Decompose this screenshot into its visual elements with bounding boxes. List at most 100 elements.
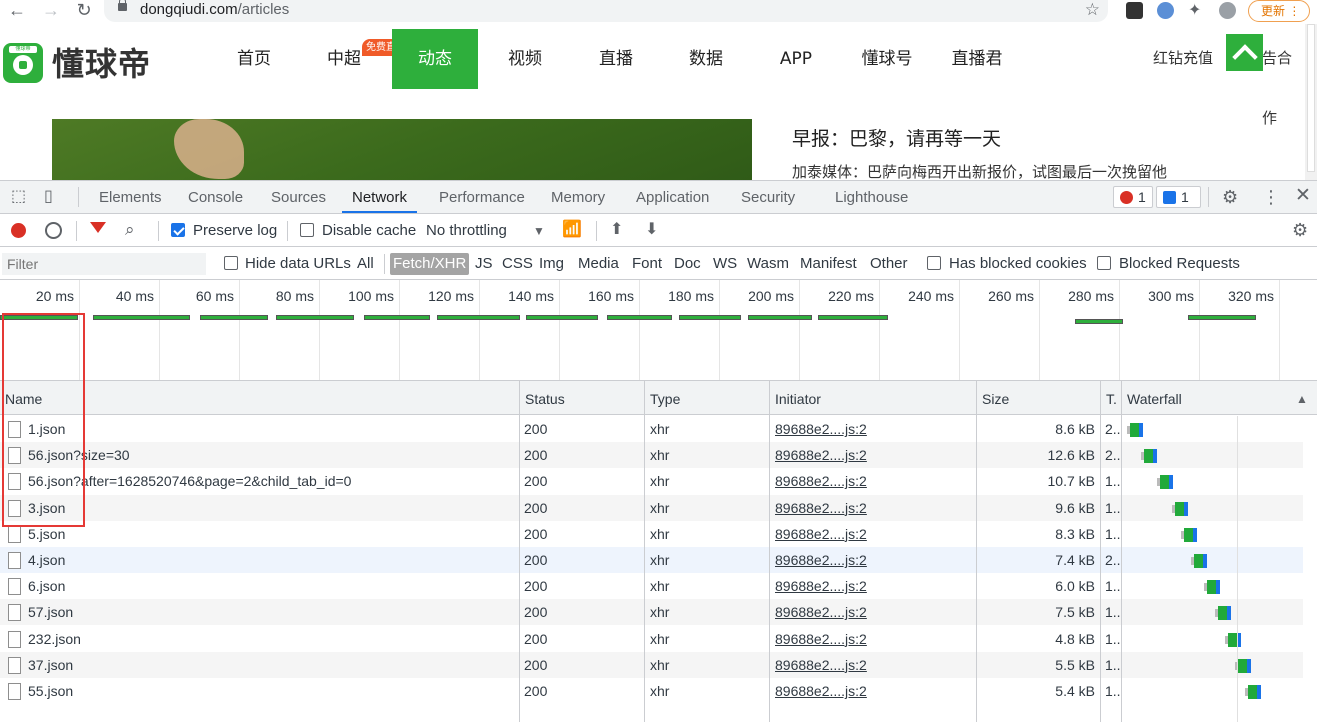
- address-bar[interactable]: dongqiudi.com/articles ☆: [104, 0, 1108, 22]
- request-name[interactable]: 37.json: [28, 652, 73, 678]
- site-logo-text[interactable]: 懂球帝: [52, 39, 151, 85]
- waterfall-bar[interactable]: [1204, 580, 1225, 595]
- nav-csl[interactable]: 中超: [314, 29, 374, 89]
- profile-avatar[interactable]: [1219, 2, 1236, 19]
- request-initiator-link[interactable]: 89688e2....js:2: [775, 547, 867, 573]
- network-settings-gear-icon[interactable]: ⚙: [1292, 221, 1308, 239]
- table-row[interactable]: 55.json 200 xhr 89688e2....js:2 5.4 kB 1..: [0, 678, 1303, 704]
- table-row[interactable]: 1.json 200 xhr 89688e2....js:2 8.6 kB 2..: [0, 416, 1303, 442]
- page-scrollbar[interactable]: [1305, 24, 1317, 180]
- tab-elements[interactable]: Elements: [99, 181, 162, 213]
- back-icon[interactable]: ←: [6, 0, 28, 22]
- column-size[interactable]: Size: [977, 381, 1009, 415]
- request-name[interactable]: 57.json: [28, 599, 73, 625]
- blocked-requests-label[interactable]: Blocked Requests: [1119, 255, 1240, 273]
- settings-gear-icon[interactable]: ⚙: [1222, 188, 1238, 206]
- device-toolbar-icon[interactable]: ▯: [44, 189, 53, 205]
- filter-input[interactable]: [2, 253, 206, 275]
- filter-type-img[interactable]: Img: [539, 253, 564, 275]
- filter-type-ws[interactable]: WS: [713, 253, 737, 275]
- waterfall-bar[interactable]: [1172, 501, 1193, 516]
- column-type[interactable]: Type: [645, 381, 680, 415]
- throttling-dropdown-icon[interactable]: ▼: [533, 223, 545, 239]
- table-row[interactable]: 3.json 200 xhr 89688e2....js:2 9.6 kB 1..: [0, 494, 1303, 521]
- request-initiator-link[interactable]: 89688e2....js:2: [775, 626, 867, 652]
- site-logo-icon[interactable]: 懂球帝: [3, 43, 43, 83]
- filter-type-all[interactable]: All: [357, 253, 374, 275]
- tab-network[interactable]: Network: [342, 181, 418, 213]
- request-initiator-link[interactable]: 89688e2....js:2: [775, 442, 867, 468]
- article-subheadline[interactable]: 加泰媒体：巴萨向梅西开出新报价，试图最后一次挽留他: [792, 161, 1167, 180]
- column-time[interactable]: T.: [1101, 381, 1117, 415]
- cooperation-link[interactable]: 告合作: [1262, 29, 1305, 127]
- table-row[interactable]: 57.json 200 xhr 89688e2....js:2 7.5 kB 1..: [0, 599, 1303, 626]
- extensions-puzzle-icon[interactable]: ✦: [1188, 2, 1205, 19]
- tab-console[interactable]: Console: [188, 181, 243, 213]
- request-initiator-link[interactable]: 89688e2....js:2: [775, 416, 867, 442]
- filter-type-media[interactable]: Media: [578, 253, 619, 275]
- has-blocked-cookies-label[interactable]: Has blocked cookies: [949, 255, 1087, 273]
- error-count-badge[interactable]: 1: [1113, 186, 1153, 208]
- column-waterfall[interactable]: Waterfall: [1122, 381, 1182, 415]
- tab-sources[interactable]: Sources: [271, 181, 326, 213]
- table-row[interactable]: 5.json 200 xhr 89688e2....js:2 8.3 kB 1..: [0, 521, 1303, 547]
- filter-type-wasm[interactable]: Wasm: [747, 253, 789, 275]
- nav-live[interactable]: 直播: [586, 29, 646, 89]
- table-row[interactable]: 56.json?size=30 200 xhr 89688e2....js:2 12.6…: [0, 442, 1303, 469]
- forward-icon[interactable]: →: [40, 0, 62, 22]
- request-initiator-link[interactable]: 89688e2....js:2: [775, 599, 867, 625]
- hide-data-urls-label[interactable]: Hide data URLs: [245, 255, 351, 273]
- waterfall-bar[interactable]: [1215, 606, 1236, 621]
- sort-ascending-icon[interactable]: ▲: [1296, 391, 1308, 407]
- nav-data[interactable]: 数据: [676, 29, 736, 89]
- reload-icon[interactable]: ↻: [73, 0, 95, 22]
- waterfall-bar[interactable]: [1141, 449, 1162, 464]
- back-to-top-icon[interactable]: [1226, 34, 1263, 71]
- request-initiator-link[interactable]: 89688e2....js:2: [775, 495, 867, 521]
- red-diamond-recharge-link[interactable]: 红钻充值: [1153, 29, 1213, 89]
- bookmark-star-icon[interactable]: ☆: [1085, 0, 1100, 20]
- waterfall-bar[interactable]: [1235, 658, 1256, 673]
- column-initiator[interactable]: Initiator: [770, 381, 821, 415]
- filter-type-css[interactable]: CSS: [502, 253, 533, 275]
- network-overview-timeline[interactable]: 20 ms 40 ms 60 ms 80 ms 100 ms 120 ms 140 ms 16…: [0, 280, 1317, 381]
- table-row[interactable]: 37.json 200 xhr 89688e2....js:2 5.5 kB 1..: [0, 651, 1303, 678]
- more-options-icon[interactable]: ⋮: [1262, 188, 1280, 206]
- preserve-log-label[interactable]: Preserve log: [193, 222, 277, 240]
- network-conditions-icon[interactable]: 📶: [562, 222, 582, 238]
- disable-cache-checkbox[interactable]: [300, 223, 314, 237]
- filter-type-doc[interactable]: Doc: [674, 253, 701, 275]
- column-status[interactable]: Status: [520, 381, 565, 415]
- request-initiator-link[interactable]: 89688e2....js:2: [775, 521, 867, 547]
- import-har-icon[interactable]: ⬆: [610, 222, 623, 238]
- message-count-badge[interactable]: 1: [1156, 186, 1201, 208]
- nav-news[interactable]: 动态: [392, 29, 478, 89]
- tab-performance[interactable]: Performance: [439, 181, 525, 213]
- request-name[interactable]: 4.json: [28, 547, 65, 573]
- filter-type-manifest[interactable]: Manifest: [800, 253, 857, 275]
- search-icon[interactable]: ⌕: [125, 221, 135, 238]
- export-har-icon[interactable]: ⬇: [645, 222, 658, 238]
- table-row[interactable]: 56.json?after=1628520746&page=2&child_ta…: [0, 468, 1303, 494]
- blocked-requests-checkbox[interactable]: [1097, 256, 1111, 270]
- hide-data-urls-checkbox[interactable]: [224, 256, 238, 270]
- tab-security[interactable]: Security: [741, 181, 795, 213]
- preserve-log-checkbox[interactable]: [171, 223, 185, 237]
- close-devtools-icon[interactable]: ✕: [1295, 186, 1311, 205]
- tab-lighthouse[interactable]: Lighthouse: [835, 181, 908, 213]
- clear-icon[interactable]: [45, 222, 62, 239]
- request-name[interactable]: 55.json: [28, 678, 73, 704]
- tab-application[interactable]: Application: [636, 181, 709, 213]
- nav-live-jun[interactable]: 直播君: [942, 29, 1012, 89]
- throttling-select[interactable]: No throttling: [426, 222, 507, 240]
- request-name[interactable]: 6.json: [28, 573, 65, 599]
- filter-type-font[interactable]: Font: [632, 253, 662, 275]
- waterfall-bar[interactable]: [1157, 475, 1178, 490]
- table-row[interactable]: 4.json 200 xhr 89688e2....js:2 7.4 kB 2..: [0, 547, 1303, 573]
- nav-dongqiuhao[interactable]: 懂球号: [852, 29, 922, 89]
- waterfall-bar[interactable]: [1181, 527, 1202, 542]
- filter-funnel-icon[interactable]: [90, 222, 106, 233]
- nav-video[interactable]: 视频: [495, 29, 555, 89]
- nav-home[interactable]: 首页: [224, 29, 284, 89]
- article-hero-image[interactable]: [52, 119, 752, 180]
